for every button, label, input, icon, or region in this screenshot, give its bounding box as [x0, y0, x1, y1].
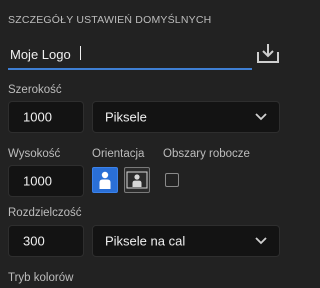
resolution-value: 300	[23, 233, 45, 249]
resolution-input[interactable]: 300	[8, 225, 84, 257]
width-value: 1000	[23, 109, 52, 125]
save-preset-icon	[257, 44, 279, 63]
chevron-down-icon	[255, 237, 267, 245]
chevron-down-icon	[255, 113, 267, 121]
artboards-label: Obszary robocze	[163, 148, 250, 160]
orientation-portrait-button[interactable]	[92, 167, 118, 193]
orientation-landscape-button[interactable]	[124, 167, 150, 193]
height-label: Wysokość	[8, 148, 61, 160]
width-input[interactable]: 1000	[8, 101, 84, 133]
save-preset-button[interactable]	[254, 40, 282, 66]
preset-name-value: Moje Logo	[10, 47, 71, 62]
text-caret	[80, 46, 81, 60]
height-value: 1000	[23, 173, 52, 189]
resolution-unit-value: Piksele na cal	[105, 233, 186, 249]
portrait-person-icon	[99, 171, 111, 189]
resolution-unit-select[interactable]: Piksele na cal	[92, 225, 280, 257]
artboards-checkbox[interactable]	[165, 173, 179, 187]
orientation-label: Orientacja	[92, 148, 145, 160]
width-unit-value: Piksele	[105, 109, 147, 125]
landscape-person-icon	[126, 171, 148, 189]
width-label: Szerokość	[8, 84, 62, 96]
height-input[interactable]: 1000	[8, 165, 84, 197]
resolution-label: Rozdzielczość	[8, 207, 82, 219]
section-title: SZCZEGÓŁY USTAWIEŃ DOMYŚLNYCH	[8, 14, 212, 26]
preset-name-input[interactable]: Moje Logo	[8, 38, 252, 70]
color-mode-label: Tryb kolorów	[8, 272, 74, 284]
width-unit-select[interactable]: Piksele	[92, 101, 280, 133]
